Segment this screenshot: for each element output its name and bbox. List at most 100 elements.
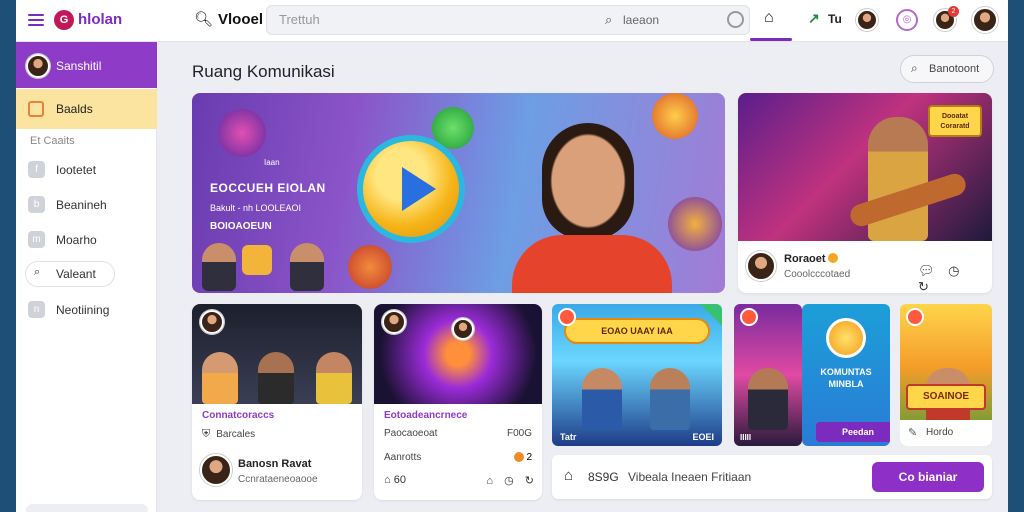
settings-icon: n (28, 301, 45, 318)
person (582, 368, 622, 430)
thumbnail-card[interactable]: EOAO UAAY IAA Tatr EOEI (552, 304, 722, 446)
sidebar-profile[interactable]: Sanshitil (16, 42, 157, 88)
hero-tag: Iaan (264, 158, 280, 167)
play-icon[interactable] (402, 167, 436, 211)
search-icon[interactable]: 🔍︎ (194, 10, 213, 28)
post-stat-num: 60 (393, 474, 406, 486)
logo-text[interactable]: hlolan (78, 11, 122, 28)
search-icon[interactable]: ⌕ (605, 12, 612, 28)
featured-image: Dooatat Coraratd (738, 93, 992, 241)
home-icon[interactable]: ⌂ (564, 467, 573, 484)
post-row-num: 2 (526, 452, 532, 463)
post-row-label: Aanrotts (384, 452, 422, 463)
folder-icon: m (28, 231, 45, 248)
hero-person (542, 123, 634, 239)
section-brand[interactable]: Vlooel (218, 11, 263, 28)
sidebar-item-3[interactable]: m Moarho (16, 225, 157, 255)
sidebar-item-active[interactable]: Baalds (16, 89, 157, 129)
avatar (452, 318, 474, 340)
sidebar: Sanshitil Baalds Et Caaits f Iootetet b … (16, 42, 157, 512)
status-dot-icon (513, 452, 524, 463)
friend-avatar[interactable] (856, 9, 878, 31)
avatar[interactable] (200, 454, 232, 486)
sidebar-item-label: Iootetet (56, 163, 97, 177)
thumb-button[interactable]: Peedan (816, 422, 890, 442)
filter-button[interactable]: ⌕ Banotoont (900, 55, 994, 83)
music-bubble (668, 197, 722, 251)
home-icon[interactable]: ⌂ (764, 9, 774, 27)
logo-icon[interactable]: G (54, 10, 74, 30)
person (316, 352, 352, 404)
trending-icon[interactable]: ↗ (808, 10, 820, 27)
sidebar-item-2[interactable]: b Beanineh (16, 190, 157, 220)
sidebar-item-label: Moarho (56, 233, 97, 247)
person (748, 368, 788, 430)
emoji-bubble (348, 245, 392, 289)
hero-banner[interactable]: Iaan EOCCUEH EIOLAN Bakult - nh LOOLEAOI… (192, 93, 725, 293)
post-actions: ⌂ ◷ ↻ (478, 474, 534, 487)
badge-icon (740, 308, 758, 326)
post-title[interactable]: Connatcoraccs (202, 410, 274, 421)
thumbnail-card[interactable]: IIIII (734, 304, 802, 446)
history-icon[interactable] (727, 11, 744, 28)
verified-icon (828, 253, 838, 263)
featured-author[interactable]: Roraoet (784, 253, 826, 265)
avatar[interactable] (382, 310, 406, 334)
thumb-banner: SOAINOE (906, 384, 986, 410)
badge-icon (558, 308, 576, 326)
share-icon[interactable]: ↻ (918, 279, 929, 293)
post-card[interactable]: Connatcoraccs ⛨ Barcales Banosn Ravat Ccn… (192, 304, 362, 500)
thumb-caption[interactable]: ✎ Hordo (900, 420, 992, 446)
search-bar[interactable]: ⌕ laeaon (266, 5, 750, 35)
user-avatar[interactable] (972, 7, 998, 33)
post-author[interactable]: Banosn Ravat (238, 458, 311, 470)
corner-ribbon (700, 304, 722, 326)
sidebar-search-label: Valeant (56, 267, 96, 281)
post-price: F00G (506, 428, 532, 439)
hero-person-body (512, 235, 672, 293)
action-bar: ⌂ 8S9G Vibeala Ineaen Fritiaan Co biania… (552, 455, 992, 499)
sidebar-item-label: Beanineh (56, 198, 107, 212)
thumb-price: EOEI (692, 432, 714, 442)
audience-person (202, 243, 236, 291)
share-icon[interactable]: ↻ (525, 475, 534, 487)
play-bubble (652, 93, 698, 139)
menu-icon[interactable] (28, 11, 44, 27)
avatar[interactable] (746, 251, 776, 281)
audience-person (290, 243, 324, 291)
featured-subtitle: Cooolcccotaed (784, 269, 851, 280)
notification-icon[interactable]: ◎ (896, 9, 918, 31)
sidebar-item-label: Baalds (56, 102, 93, 116)
featured-card[interactable]: Dooatat Coraratd Roraoet Cooolcccotaed 💬… (738, 93, 992, 293)
featured-actions: 💬︎ ◷ ↻ (918, 263, 992, 293)
post-image (374, 304, 542, 404)
home-icon[interactable]: ⌂ (486, 475, 493, 487)
share-icon[interactable]: ⌂ (384, 474, 391, 486)
sidebar-item-5[interactable]: n Neotiining (16, 295, 157, 325)
post-meta: Paocaoeoat (384, 428, 438, 439)
filter-label: Banotoont (929, 63, 980, 75)
action-bar-text: Vibeala Ineaen Fritiaan (628, 470, 752, 484)
badge-icon (906, 308, 924, 326)
sidebar-item-1[interactable]: f Iootetet (16, 155, 157, 185)
sidebar-search[interactable]: ⌕ Valeant (26, 262, 114, 286)
search-icon: ⌕ (911, 61, 918, 75)
post-meta-label: Barcales (216, 429, 256, 440)
post-card[interactable]: Eotoadeancrnece Paocaoeoat F00G Aanrotts… (374, 304, 542, 500)
facebook-icon: f (28, 161, 45, 178)
search-input[interactable] (279, 12, 579, 27)
join-button[interactable]: Co bianiar (872, 462, 984, 492)
page-title: Ruang Komunikasi (192, 62, 335, 81)
search-icon: ⌕ (34, 266, 41, 278)
clock-icon[interactable]: ◷ (504, 475, 514, 487)
hero-subtitle-2: BOIOAOEUN (210, 221, 272, 232)
top-bar: G hlolan 🔍︎ Vlooel ⌕ laeaon ⌂ ↗ Tu ◎ 2 (16, 0, 1008, 42)
trophy-icon (826, 318, 866, 358)
trending-label[interactable]: Tu (828, 12, 842, 26)
avatar[interactable] (200, 310, 224, 334)
thumbnail-card[interactable]: KOMUNTAS MINBLA Peedan (802, 304, 890, 446)
chat-icon[interactable]: 💬︎ (918, 263, 935, 278)
clock-icon[interactable]: ◷ (948, 263, 959, 278)
post-title[interactable]: Eotoadeancrnece (384, 410, 467, 421)
post-meta: ⛨ Barcales (202, 428, 255, 441)
